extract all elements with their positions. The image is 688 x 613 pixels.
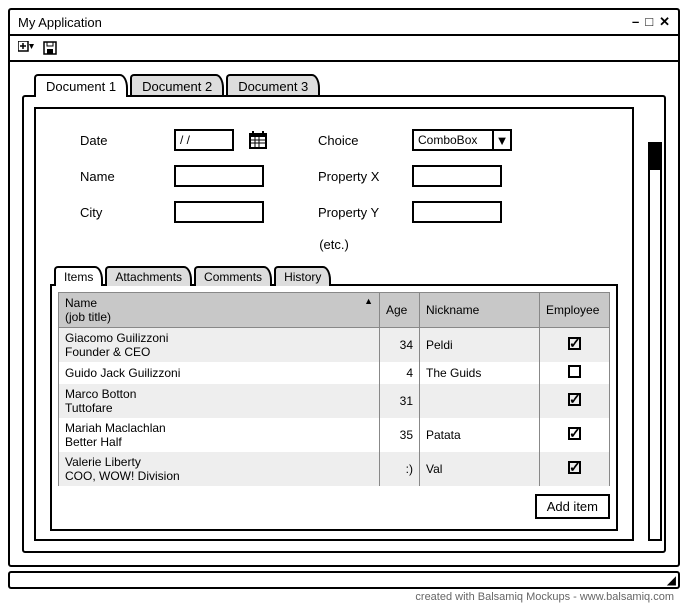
scrollbar-thumb[interactable]	[650, 144, 660, 170]
cell-age: 31	[380, 384, 420, 418]
tab-history[interactable]: History	[274, 266, 331, 286]
cell-nickname	[420, 384, 540, 418]
property-y-field[interactable]	[412, 201, 502, 223]
choice-label: Choice	[318, 133, 398, 148]
form-right-column: Choice ComboBox ▼ Property X Property Y	[318, 129, 512, 223]
tab-document-1[interactable]: Document 1	[34, 74, 128, 97]
tab-attachments[interactable]: Attachments	[105, 266, 192, 286]
sort-indicator-icon: ▲	[364, 296, 373, 306]
form-area: Date Name City	[50, 123, 618, 229]
new-dropdown-button[interactable]	[18, 40, 34, 56]
items-table: Name▲ (job title) Age Nickname Employee …	[58, 292, 610, 486]
date-label: Date	[80, 133, 160, 148]
cell-name: Guido Jack Guilizzoni	[59, 362, 380, 384]
col-employee[interactable]: Employee	[540, 293, 610, 328]
cell-employee	[540, 362, 610, 384]
tab-document-2[interactable]: Document 2	[130, 74, 224, 97]
cell-employee	[540, 452, 610, 486]
titlebar: My Application – □ ✕	[10, 10, 678, 36]
table-row[interactable]: Valerie LibertyCOO, WOW! Division:)Val	[59, 452, 610, 486]
choice-value: ComboBox	[414, 131, 492, 149]
tab-document-3[interactable]: Document 3	[226, 74, 320, 97]
resize-grip-icon[interactable]: ◢	[667, 573, 676, 587]
close-button[interactable]: ✕	[659, 14, 670, 30]
table-row[interactable]: Marco BottonTuttofare31	[59, 384, 610, 418]
cell-nickname: Peldi	[420, 328, 540, 363]
name-field[interactable]	[174, 165, 264, 187]
col-nickname[interactable]: Nickname	[420, 293, 540, 328]
cell-employee	[540, 418, 610, 452]
form-left-column: Date Name City	[80, 129, 268, 223]
document-tabs: Document 1 Document 2 Document 3	[34, 74, 666, 97]
choice-combobox[interactable]: ComboBox ▼	[412, 129, 512, 151]
scrollbar[interactable]	[648, 142, 662, 541]
tab-comments[interactable]: Comments	[194, 266, 272, 286]
cell-age: :)	[380, 452, 420, 486]
table-row[interactable]: Giacomo GuilizzoniFounder & CEO34Peldi	[59, 328, 610, 363]
property-x-label: Property X	[318, 169, 398, 184]
date-field[interactable]	[174, 129, 234, 151]
window-controls: – □ ✕	[632, 14, 670, 30]
employee-checkbox[interactable]	[568, 365, 581, 378]
etc-label: (etc.)	[50, 237, 618, 252]
window-title: My Application	[18, 15, 102, 30]
calendar-icon[interactable]	[248, 130, 268, 150]
city-field[interactable]	[174, 201, 264, 223]
cell-name: Mariah MaclachlanBetter Half	[59, 418, 380, 452]
cell-nickname: Patata	[420, 418, 540, 452]
cell-employee	[540, 384, 610, 418]
cell-age: 4	[380, 362, 420, 384]
employee-checkbox[interactable]	[568, 337, 581, 350]
document-panel: Date Name City	[22, 95, 666, 553]
form-body: Date Name City	[34, 107, 634, 541]
save-icon[interactable]	[42, 40, 58, 56]
detail-tabs: Items Attachments Comments History	[54, 266, 618, 286]
add-item-button[interactable]: Add item	[535, 494, 610, 519]
maximize-button[interactable]: □	[645, 14, 653, 30]
cell-age: 34	[380, 328, 420, 363]
cell-employee	[540, 328, 610, 363]
name-label: Name	[80, 169, 160, 184]
employee-checkbox[interactable]	[568, 427, 581, 440]
employee-checkbox[interactable]	[568, 393, 581, 406]
table-row[interactable]: Guido Jack Guilizzoni4The Guids	[59, 362, 610, 384]
col-name[interactable]: Name▲ (job title)	[59, 293, 380, 328]
chevron-down-icon: ▼	[492, 131, 510, 149]
tab-items[interactable]: Items	[54, 266, 103, 286]
items-grid: Name▲ (job title) Age Nickname Employee …	[50, 284, 618, 531]
cell-age: 35	[380, 418, 420, 452]
minimize-button[interactable]: –	[632, 14, 639, 30]
footer-credit: created with Balsamiq Mockups - www.bals…	[8, 589, 680, 605]
statusbar: ◢	[8, 571, 680, 589]
cell-nickname: The Guids	[420, 362, 540, 384]
cell-name: Marco BottonTuttofare	[59, 384, 380, 418]
city-label: City	[80, 205, 160, 220]
toolbar	[10, 36, 678, 62]
content-area: Document 1 Document 2 Document 3 Date	[10, 62, 678, 565]
cell-nickname: Val	[420, 452, 540, 486]
cell-name: Giacomo GuilizzoniFounder & CEO	[59, 328, 380, 363]
employee-checkbox[interactable]	[568, 461, 581, 474]
app-window: My Application – □ ✕ Document 1 Document…	[8, 8, 680, 567]
cell-name: Valerie LibertyCOO, WOW! Division	[59, 452, 380, 486]
table-row[interactable]: Mariah MaclachlanBetter Half35Patata	[59, 418, 610, 452]
property-x-field[interactable]	[412, 165, 502, 187]
property-y-label: Property Y	[318, 205, 398, 220]
col-age[interactable]: Age	[380, 293, 420, 328]
